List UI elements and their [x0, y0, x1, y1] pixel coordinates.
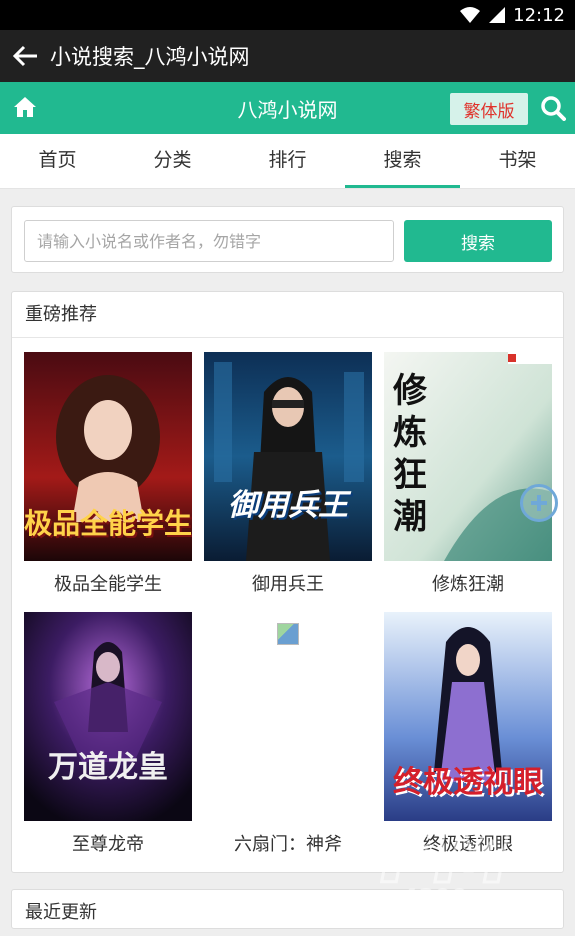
cover-title: 终极透视眼: [393, 765, 543, 800]
book-name[interactable]: 修炼狂潮: [384, 570, 552, 596]
book-cover[interactable]: 修炼狂潮: [384, 352, 552, 561]
svg-text:4399: 4399: [399, 884, 467, 912]
cover-title: 万道龙皇: [48, 750, 168, 785]
arrow-left-icon: [12, 45, 37, 67]
tab-category[interactable]: 分类: [115, 134, 230, 188]
broken-image-icon: [277, 623, 299, 645]
book-name[interactable]: 六扇门：神斧: [204, 830, 372, 856]
search-input[interactable]: [24, 220, 394, 262]
search-panel: 搜索: [11, 206, 564, 273]
book-cover[interactable]: 终极透视眼: [384, 612, 552, 821]
book-cover[interactable]: 万道龙皇: [24, 612, 192, 821]
status-time: 12:12: [513, 4, 565, 26]
tab-bookshelf[interactable]: 书架: [460, 134, 575, 188]
watermark-logo: FM 4399: [379, 812, 513, 912]
book-cover[interactable]: 极品全能学生: [24, 352, 192, 561]
book-item[interactable]: 万道龙皇 至尊龙帝: [24, 612, 192, 856]
book-item[interactable]: 修炼狂潮 修炼狂潮: [384, 352, 552, 596]
book-cover[interactable]: [204, 612, 372, 821]
app-bar: 小说搜索_八鸿小说网: [0, 30, 575, 82]
book-item[interactable]: 极品全能学生 极品全能学生: [24, 352, 192, 596]
floating-plus-button[interactable]: [520, 484, 558, 522]
signal-icon: [489, 7, 506, 23]
tab-search[interactable]: 搜索: [345, 134, 460, 188]
book-name[interactable]: 极品全能学生: [24, 570, 192, 596]
book-cover[interactable]: 御用兵王: [204, 352, 372, 561]
site-header: 八鸿小说网 繁体版: [0, 82, 575, 134]
page-title: 小说搜索_八鸿小说网: [50, 45, 250, 69]
book-item[interactable]: 六扇门：神斧: [204, 612, 372, 856]
recommend-title: 重磅推荐: [12, 292, 563, 338]
traditional-chinese-button[interactable]: 繁体版: [450, 93, 528, 125]
book-name[interactable]: 御用兵王: [204, 570, 372, 596]
recommend-panel: 重磅推荐 极品全能学生 极品全能学生 御用兵王 御用兵王 修炼狂潮 修炼狂潮 万…: [11, 291, 564, 873]
search-button[interactable]: 搜索: [404, 220, 552, 262]
search-icon[interactable]: [540, 95, 566, 121]
cover-title: 极品全能学生: [24, 507, 192, 540]
book-item[interactable]: 御用兵王 御用兵王: [204, 352, 372, 596]
cover-title: 修炼狂潮: [393, 371, 427, 537]
nav-tabs: 首页 分类 排行 搜索 书架: [0, 134, 575, 189]
status-bar: 12:12: [0, 0, 575, 30]
book-name[interactable]: 至尊龙帝: [24, 830, 192, 856]
tab-home[interactable]: 首页: [0, 134, 115, 188]
wifi-icon: [460, 7, 481, 23]
back-button[interactable]: [0, 30, 50, 82]
tab-ranking[interactable]: 排行: [230, 134, 345, 188]
cover-title: 御用兵王: [228, 488, 348, 523]
